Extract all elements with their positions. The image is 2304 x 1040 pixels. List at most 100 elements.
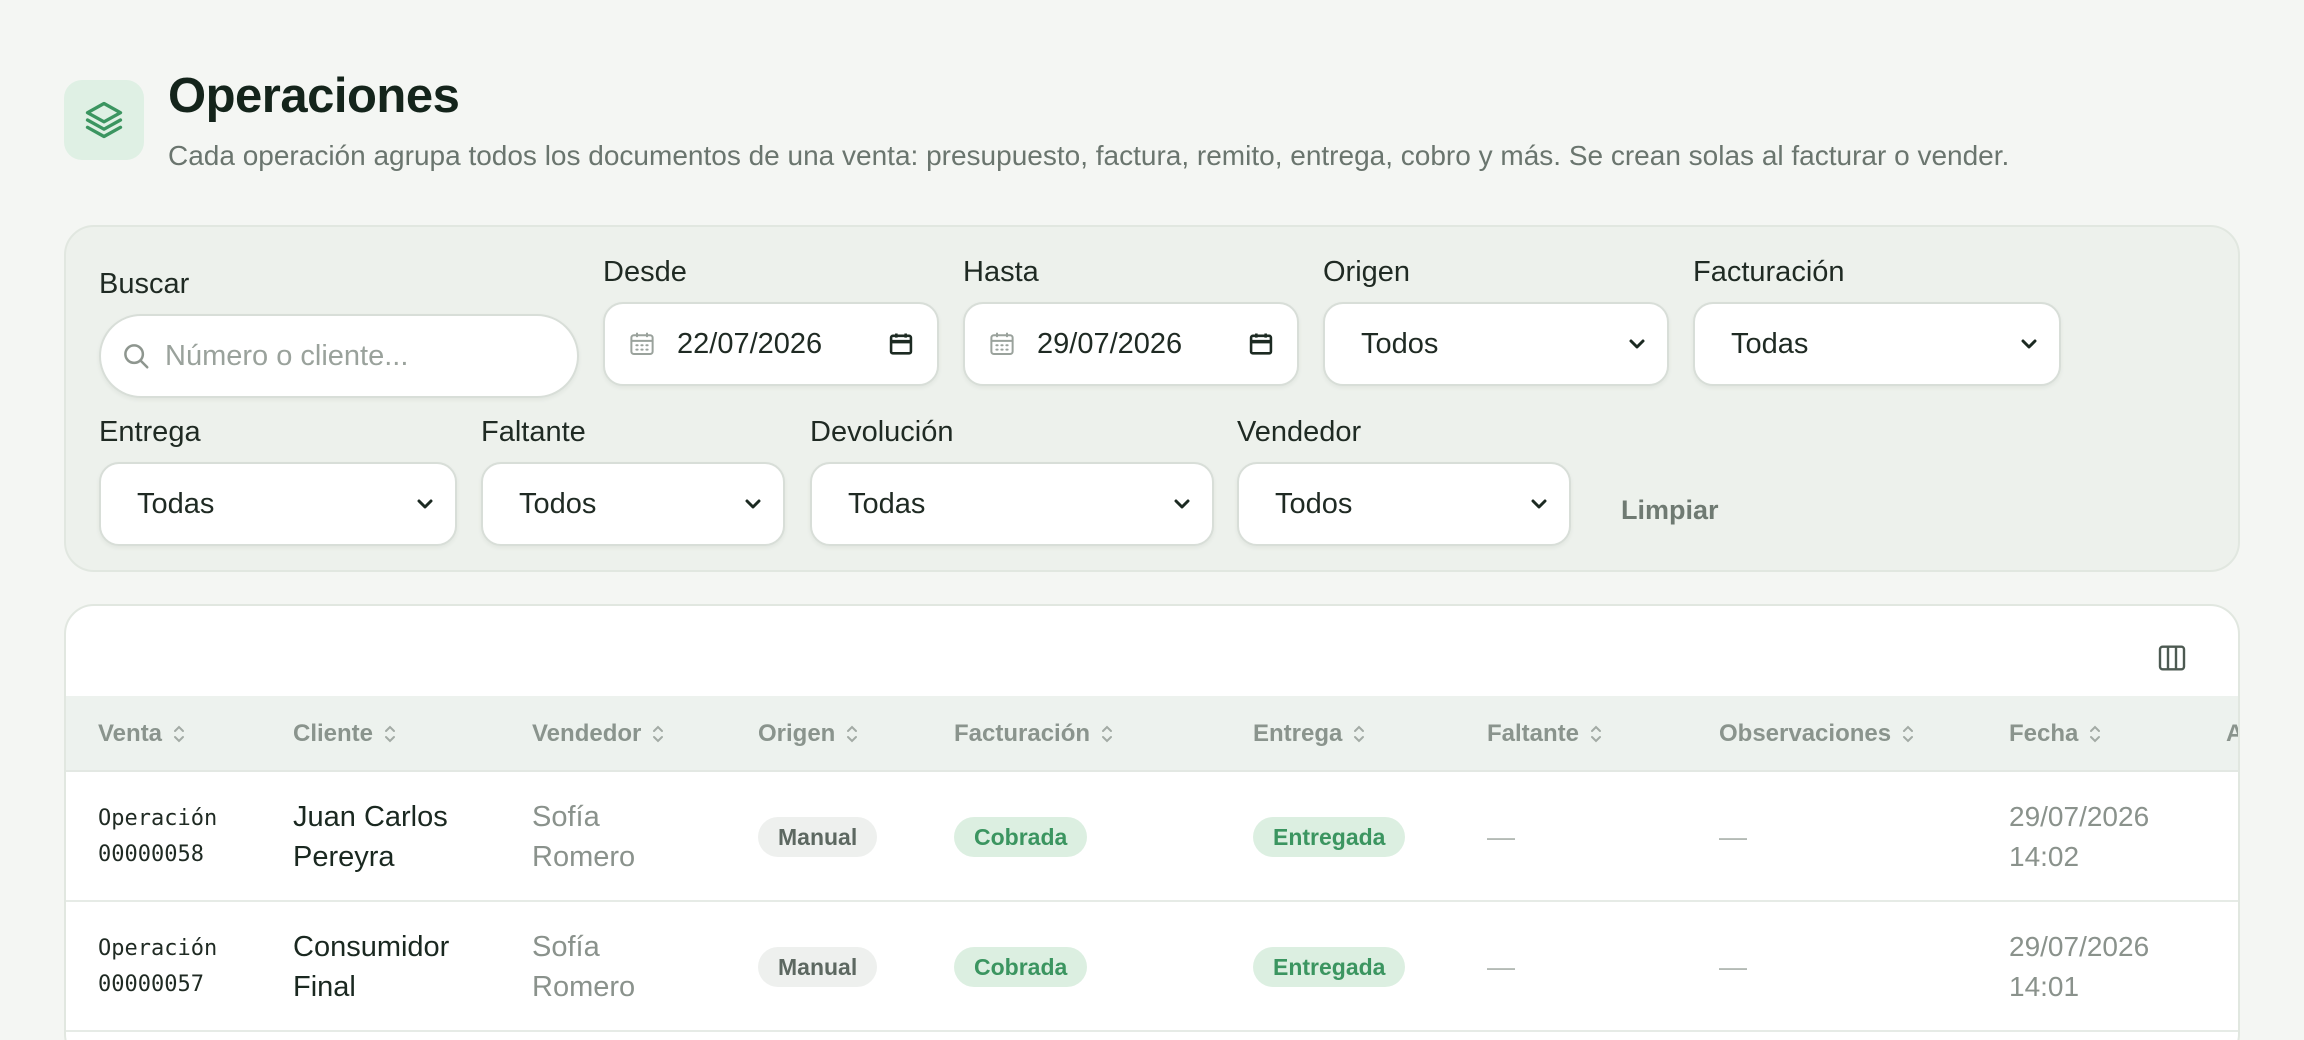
col-header-label: Faltante — [1487, 720, 1580, 747]
cliente-name-line: Consumidor — [293, 931, 450, 963]
fecha-date: 29/07/2026 — [2009, 931, 2150, 962]
venta-cell[interactable]: Operación 00000057 — [98, 902, 217, 1032]
faltante-cell: — — [1487, 902, 1515, 1032]
vendedor-label: Vendedor — [1237, 416, 1362, 448]
facturacion-badge: Cobrada — [954, 817, 1088, 857]
sort-icon — [847, 725, 858, 743]
vendedor-name-line: Romero — [532, 971, 636, 1003]
columns-toggle-icon[interactable] — [2156, 642, 2188, 674]
observaciones-cell: — — [1719, 902, 1747, 1032]
hasta-value: 29/07/2026 — [1037, 327, 1183, 360]
layers-icon — [64, 80, 144, 160]
origen-badge: Manual — [758, 817, 878, 857]
fecha-cell: 29/07/2026 14:02 — [2009, 772, 2149, 902]
desde-value: 22/07/2026 — [677, 327, 823, 360]
search-input[interactable]: Número o cliente... — [99, 314, 579, 398]
col-header-origen[interactable]: Origen — [758, 696, 859, 772]
col-header-label: Fecha — [2009, 720, 2079, 747]
faltante-value: Todos — [519, 487, 597, 520]
clear-filters-button[interactable]: Limpiar — [1621, 495, 1719, 526]
col-header-faltante[interactable]: Faltante — [1487, 696, 1603, 772]
observaciones-cell: — — [1719, 772, 1747, 902]
vendedor-select[interactable]: Todos — [1237, 462, 1571, 546]
col-header-label: Entrega — [1253, 720, 1343, 747]
col-header-truncated[interactable]: A — [2226, 696, 2238, 772]
desde-date-input[interactable]: 22/07/2026 — [603, 302, 939, 386]
col-header-observaciones[interactable]: Observaciones — [1719, 696, 1915, 772]
origen-label: Origen — [1323, 256, 1411, 288]
facturacion-select[interactable]: Todas — [1693, 302, 2061, 386]
col-header-entrega[interactable]: Entrega — [1253, 696, 1366, 772]
facturacion-cell: Cobrada — [954, 772, 1088, 902]
sort-icon — [385, 725, 396, 743]
origen-value: Todos — [1361, 327, 1439, 360]
table-row[interactable]: Operación 00000057 Consumidor Final Sofía R… — [66, 902, 2238, 1032]
entrega-value: Todas — [137, 487, 215, 520]
filters-panel: Buscar Número o cliente... Desde 22/07/2… — [64, 225, 2240, 572]
fecha-date: 29/07/2026 — [2009, 801, 2150, 832]
faltante-label: Faltante — [481, 416, 586, 448]
venta-number: 00000057 — [98, 972, 204, 997]
devolucion-label: Devolución — [810, 416, 954, 448]
hasta-label: Hasta — [963, 256, 1039, 288]
entrega-label: Entrega — [99, 416, 201, 448]
sort-icon — [2090, 725, 2101, 743]
entrega-select[interactable]: Todas — [99, 462, 457, 546]
sort-icon — [1591, 725, 1602, 743]
venta-label: Operación — [98, 806, 218, 831]
chevron-down-icon — [417, 499, 433, 509]
entrega-badge: Entregada — [1253, 817, 1406, 857]
calendar-picker-icon[interactable] — [887, 330, 915, 358]
sort-icon — [174, 725, 185, 743]
page-header: Operaciones Cada operación agrupa todos … — [64, 68, 2009, 174]
vendedor-name-line: Sofía — [532, 801, 600, 833]
faltante-select[interactable]: Todos — [481, 462, 785, 546]
sort-icon — [1102, 725, 1113, 743]
search-placeholder: Número o cliente... — [165, 339, 409, 372]
observaciones-value: — — [1719, 821, 1747, 852]
venta-number: 00000058 — [98, 842, 204, 867]
page-subtitle: Cada operación agrupa todos los document… — [168, 140, 2010, 171]
col-header-venta[interactable]: Venta — [98, 696, 186, 772]
venta-cell[interactable]: Operación 00000058 — [98, 772, 217, 902]
venta-label: Operación — [98, 936, 218, 961]
origen-badge: Manual — [758, 947, 878, 987]
col-header-facturacion[interactable]: Facturación — [954, 696, 1114, 772]
vendedor-cell: Sofía Romero — [532, 772, 635, 902]
col-header-fecha[interactable]: Fecha — [2009, 696, 2102, 772]
devolucion-select[interactable]: Todas — [810, 462, 1214, 546]
facturacion-badge: Cobrada — [954, 947, 1088, 987]
chevron-down-icon — [1629, 339, 1645, 349]
calendar-icon — [630, 332, 654, 355]
search-label: Buscar — [99, 268, 190, 300]
facturacion-value: Todas — [1731, 327, 1809, 360]
entrega-cell: Entregada — [1253, 772, 1406, 902]
calendar-picker-icon[interactable] — [1247, 330, 1275, 358]
col-header-label: Venta — [98, 720, 163, 747]
vendedor-name-line: Romero — [532, 841, 636, 873]
col-header-label: Facturación — [954, 720, 1091, 747]
desde-label: Desde — [603, 256, 687, 288]
chevron-down-icon — [745, 499, 761, 509]
entrega-cell: Entregada — [1253, 902, 1406, 1032]
chevron-down-icon — [1174, 499, 1190, 509]
origen-select[interactable]: Todos — [1323, 302, 1669, 386]
devolucion-value: Todas — [848, 487, 926, 520]
fecha-cell: 29/07/2026 14:01 — [2009, 902, 2149, 1032]
cliente-name-line: Final — [293, 971, 356, 1003]
vendedor-name-line: Sofía — [532, 931, 600, 963]
chevron-down-icon — [1531, 499, 1547, 509]
col-header-label: A — [2226, 720, 2238, 748]
table-row[interactable]: Operación 00000058 Juan Carlos Pereyra Sof… — [66, 772, 2238, 902]
sort-icon — [1903, 725, 1914, 743]
faltante-value: — — [1487, 951, 1515, 982]
page-title: Operaciones — [168, 69, 460, 123]
col-header-vendedor[interactable]: Vendedor — [532, 696, 665, 772]
vendedor-value: Todos — [1275, 487, 1353, 520]
search-icon — [124, 344, 149, 369]
hasta-date-input[interactable]: 29/07/2026 — [963, 302, 1299, 386]
col-header-cliente[interactable]: Cliente — [293, 696, 397, 772]
origen-cell: Manual — [758, 902, 878, 1032]
facturacion-cell: Cobrada — [954, 902, 1088, 1032]
observaciones-value: — — [1719, 951, 1747, 982]
